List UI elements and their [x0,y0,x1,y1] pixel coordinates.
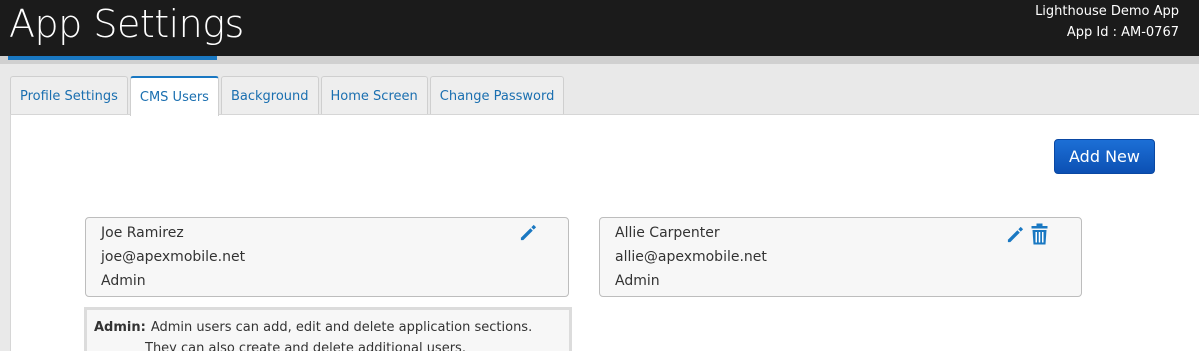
user-card: Joe Ramirez joe@apexmobile.net Admin [85,217,569,297]
user-name: Joe Ramirez [101,225,184,241]
user-role: Admin [101,273,146,289]
card-actions [1006,223,1048,249]
role-label: Admin: [94,320,146,335]
settings-tabs: Profile Settings CMS Users Background Ho… [10,76,566,116]
role-description: Admin: Admin users can add, edit and dele… [84,307,572,351]
tab-change-password[interactable]: Change Password [429,76,565,115]
tab-profile-settings[interactable]: Profile Settings [10,76,128,115]
user-role: Admin [615,273,660,289]
role-description-line2: They can also create and delete addition… [145,341,466,351]
pencil-icon[interactable] [1006,225,1025,248]
role-description-line1: Admin users can add, edit and delete app… [150,320,533,335]
app-name: Lighthouse Demo App [1035,4,1179,19]
title-underline [8,56,217,60]
app-id: App Id : AM-0767 [1066,25,1179,40]
trash-icon[interactable] [1031,223,1048,249]
app-header: App Settings Lighthouse Demo App App Id … [0,0,1199,56]
user-email: allie@apexmobile.net [615,249,767,265]
tab-background[interactable]: Background [220,76,319,115]
tab-cms-users[interactable]: CMS Users [129,76,219,116]
card-actions [519,223,538,246]
add-new-button[interactable]: Add New [1054,139,1155,174]
app-info: Lighthouse Demo App App Id : AM-0767 [1035,1,1179,43]
user-name: Allie Carpenter [615,225,720,241]
page-title: App Settings [9,2,244,46]
user-email: joe@apexmobile.net [101,249,246,265]
user-card: Allie Carpenter allie@apexmobile.net Adm… [599,217,1082,297]
tab-home-screen[interactable]: Home Screen [320,76,428,115]
pencil-icon[interactable] [519,223,538,246]
